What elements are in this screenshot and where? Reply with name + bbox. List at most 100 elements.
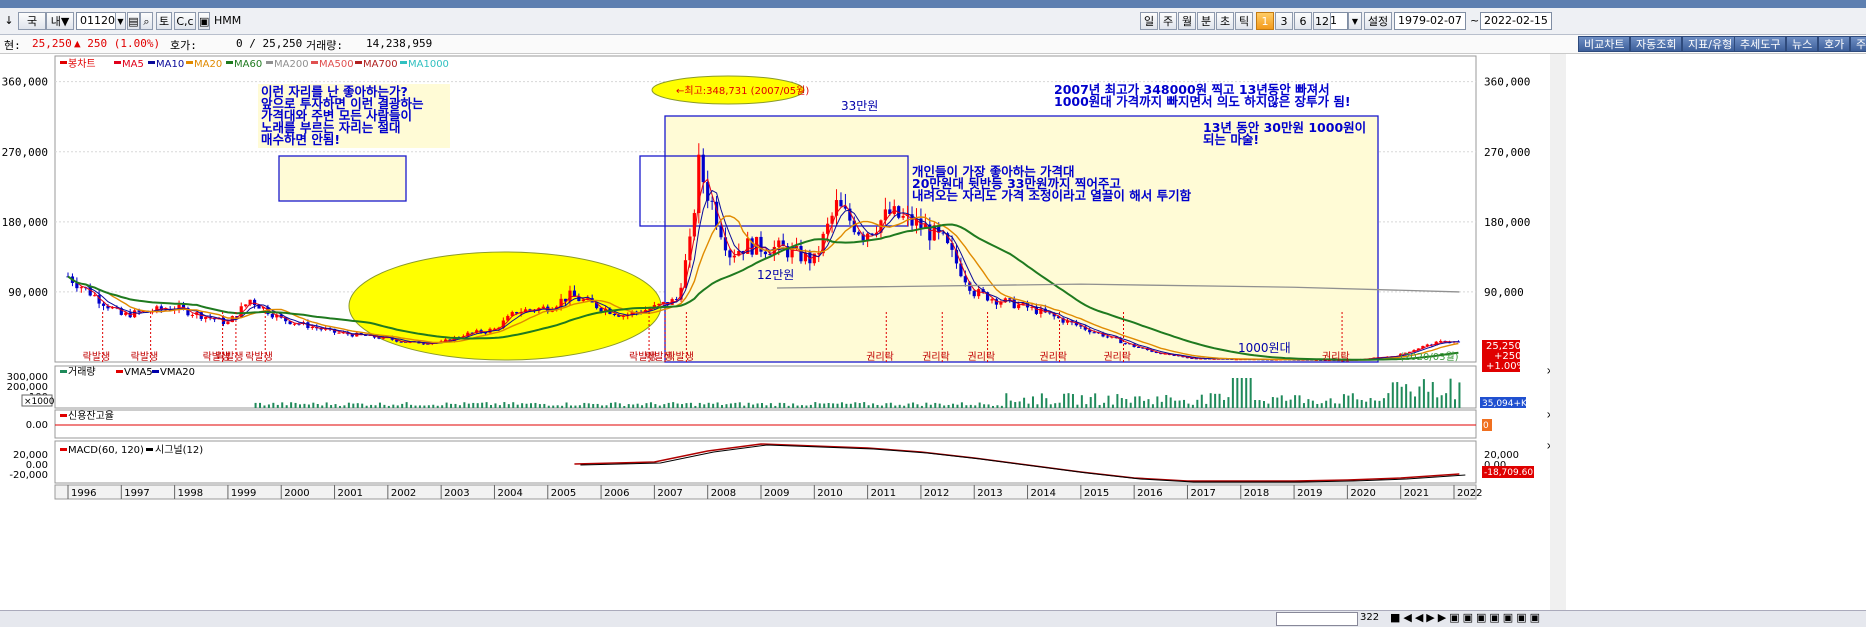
volume-bar xyxy=(1209,393,1212,408)
to-button[interactable]: 토 xyxy=(156,12,172,30)
volume-bar xyxy=(569,405,572,408)
volume-bar xyxy=(1436,397,1439,408)
volume-bar xyxy=(765,405,768,408)
volume-bar xyxy=(1107,395,1110,408)
legend-swatch xyxy=(400,61,407,64)
volume-bar xyxy=(516,404,519,408)
settings-button[interactable]: 설정 xyxy=(1364,12,1392,30)
unit-button-12[interactable]: 12 xyxy=(1313,12,1331,30)
date-from-input[interactable]: 1979-02-07 xyxy=(1394,12,1466,30)
volume-bar xyxy=(343,405,346,408)
volume-bar xyxy=(1382,398,1385,408)
unit-button-3[interactable]: 3 xyxy=(1275,12,1293,30)
volume-bar xyxy=(1418,386,1421,408)
down-arrow-icon[interactable]: ↓ xyxy=(2,12,16,30)
legend-1: MA5 xyxy=(122,59,144,70)
volume-bar xyxy=(756,403,759,408)
volume-bar xyxy=(654,404,657,408)
volume-bar xyxy=(1276,397,1279,408)
volume-bar xyxy=(1187,403,1190,408)
candle-body xyxy=(901,215,905,218)
volume-bar xyxy=(938,403,941,408)
event-marker-label: 락발생 xyxy=(131,351,159,363)
volume-bar xyxy=(596,403,599,408)
volume-bar xyxy=(383,404,386,408)
volume-bar xyxy=(1178,400,1181,408)
info-button-1[interactable]: 자동조회 xyxy=(1630,36,1683,52)
x-tick-label: 2017 xyxy=(1190,488,1215,499)
calendar-icon[interactable]: ▤ xyxy=(127,12,140,30)
navigation-icons[interactable]: ■◀◀▶▶▣▣▣▣▣▣▣ xyxy=(1390,611,1543,624)
domestic-dropdown[interactable]: 내▼ xyxy=(46,12,74,30)
info-button-2[interactable]: 지표/유형 xyxy=(1682,36,1739,52)
period-tab-5[interactable]: 틱 xyxy=(1235,12,1253,30)
info-button-5[interactable]: 호가 xyxy=(1818,36,1851,52)
volume-bar xyxy=(992,405,995,408)
date-to-input[interactable]: 2022-02-15 xyxy=(1480,12,1552,30)
volume-bar xyxy=(707,402,710,408)
volume-bar xyxy=(663,404,666,408)
volume-bar xyxy=(1023,397,1026,408)
volume-bar xyxy=(947,404,950,408)
volume-bar xyxy=(712,403,715,408)
volume-bar xyxy=(796,405,799,408)
macd-legend-0: MACD(60, 120) xyxy=(68,445,144,456)
stock-chart[interactable]: 360,000 360,000 270,000 270,000 180,000 180,0… xyxy=(0,54,1866,610)
volume-bar xyxy=(281,402,284,408)
code-dropdown-icon[interactable]: ▼ xyxy=(115,12,126,30)
volume-bar xyxy=(1103,402,1106,408)
period-tab-0[interactable]: 일 xyxy=(1140,12,1158,30)
y-tick-label-right: 360,000 xyxy=(1484,76,1530,89)
period-tab-4[interactable]: 초 xyxy=(1216,12,1234,30)
y-tick-label: 270,000 xyxy=(2,146,48,159)
macd-panel xyxy=(54,440,1477,484)
stock-code-input[interactable]: 011200 xyxy=(76,12,122,30)
volume-bar xyxy=(1342,394,1345,408)
volume-bar xyxy=(338,405,341,408)
search-icon[interactable]: ⌕ xyxy=(140,12,153,30)
volume-bar xyxy=(641,405,644,408)
volume-bar xyxy=(316,403,319,408)
volume-bar xyxy=(1254,400,1257,408)
volume-bar xyxy=(667,402,670,408)
period-tab-1[interactable]: 주 xyxy=(1159,12,1177,30)
market-tab[interactable]: 국 xyxy=(18,12,46,30)
quote-label: 호가: xyxy=(170,39,197,52)
volume-bar xyxy=(1089,397,1092,408)
unit-button-6[interactable]: 6 xyxy=(1294,12,1312,30)
volume-bar xyxy=(1227,397,1230,408)
volume-bar xyxy=(272,402,275,408)
x-tick-label: 2021 xyxy=(1404,488,1429,499)
unit-button-1[interactable]: 1 xyxy=(1256,12,1274,30)
info-button-3[interactable]: 추세도구 xyxy=(1734,36,1787,52)
volume-bar xyxy=(534,402,537,408)
info-button-6[interactable]: 주 xyxy=(1850,36,1866,52)
volume-bar xyxy=(1129,402,1132,408)
period-tab-2[interactable]: 월 xyxy=(1178,12,1196,30)
volume-bar xyxy=(1236,378,1239,408)
volume-bar xyxy=(374,405,377,408)
info-button-4[interactable]: 뉴스 xyxy=(1786,36,1819,52)
volume-bar xyxy=(476,403,479,408)
period-tab-3[interactable]: 분 xyxy=(1197,12,1215,30)
legend-swatch xyxy=(186,61,193,64)
volume-bar xyxy=(725,404,728,408)
scrollbar[interactable] xyxy=(1276,612,1358,626)
volume-bar xyxy=(1156,396,1159,408)
event-marker-label: 권리락 xyxy=(922,351,950,363)
volume-bar xyxy=(556,405,559,408)
volume-bar xyxy=(1258,400,1261,408)
credit-legend: 신용잔고율 xyxy=(68,410,114,422)
volume-bar xyxy=(414,405,417,408)
count-dropdown-icon[interactable]: ▼ xyxy=(1348,12,1362,30)
volume-bar xyxy=(1280,395,1283,408)
stock-info-icon[interactable]: ▣ xyxy=(198,12,210,30)
candle-body xyxy=(763,251,768,255)
info-button-0[interactable]: 비교차트 xyxy=(1578,36,1631,52)
cc-button[interactable]: C,c xyxy=(174,12,196,30)
candle-body xyxy=(777,240,781,247)
volume-bar xyxy=(1054,403,1057,408)
volume-bar xyxy=(1338,403,1341,408)
volume-bar xyxy=(1414,396,1417,408)
volume-bar xyxy=(254,402,257,408)
